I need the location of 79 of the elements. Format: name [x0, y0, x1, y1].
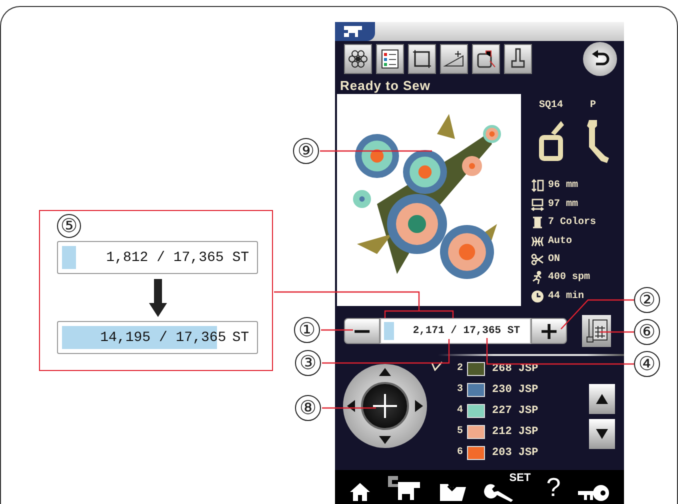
- hoop-icon: [476, 49, 496, 69]
- leader-line: [600, 331, 634, 333]
- callout-number: ⑥: [634, 319, 660, 345]
- thread-code: 230 JSP: [492, 384, 538, 396]
- color-number: 2: [457, 363, 464, 374]
- presser-foot-icon: [510, 48, 526, 70]
- right-arrow-icon[interactable]: [415, 400, 423, 412]
- leader-line: [321, 329, 353, 331]
- trace-button[interactable]: [408, 44, 436, 74]
- leader-line: [322, 407, 376, 409]
- angle-button[interactable]: [440, 44, 468, 74]
- crosshair-icon: [372, 392, 398, 418]
- sewing-machine-icon[interactable]: [386, 474, 422, 502]
- hoop-button[interactable]: [472, 44, 500, 74]
- foot-button[interactable]: [504, 44, 532, 74]
- list-icon: [381, 49, 399, 69]
- info-text: ON: [548, 254, 560, 265]
- hoop-label: SQ14: [538, 100, 564, 110]
- thread-code: 203 JSP: [492, 446, 538, 458]
- settings-label: SET: [509, 472, 531, 484]
- flower-icon: [348, 49, 368, 69]
- thread-code: 212 JSP: [492, 426, 538, 438]
- callout-number: ③: [295, 350, 321, 376]
- info-text: 96 mm: [548, 180, 578, 192]
- help-button[interactable]: ?: [546, 472, 561, 502]
- minus-button[interactable]: −: [344, 318, 380, 344]
- plus-button[interactable]: +: [531, 318, 567, 344]
- callout-number: ⑨: [293, 138, 319, 164]
- up-arrow-icon: [596, 394, 608, 404]
- color-number: 5: [457, 426, 464, 437]
- spool-icon: [531, 216, 544, 230]
- stitch-count: 2,171 / 17,365 ST: [412, 324, 520, 336]
- left-arrow-icon[interactable]: [347, 400, 355, 412]
- key-icon[interactable]: [576, 484, 610, 502]
- foot-label: P: [588, 100, 597, 110]
- tension-icon: [531, 234, 544, 248]
- sewing-machine-icon: [343, 24, 365, 38]
- scissors-icon: [531, 253, 544, 266]
- clock-icon: [531, 290, 544, 303]
- color-number: 4: [457, 405, 464, 416]
- info-text: 7 Colors: [548, 217, 596, 228]
- ramp-icon: [443, 49, 465, 69]
- callout-number: ⑤: [57, 214, 81, 238]
- info-text: 400 spm: [548, 272, 590, 284]
- stitch-count: 1,812 / 17,365 ST: [106, 250, 249, 266]
- stitch-unit: ST: [232, 330, 249, 346]
- up-arrow-icon[interactable]: [379, 368, 391, 376]
- scroll-up-button[interactable]: [589, 384, 615, 414]
- color-number: 3: [457, 384, 464, 395]
- down-arrow-icon[interactable]: [379, 436, 391, 444]
- back-button[interactable]: [583, 42, 617, 76]
- color-number: 6: [457, 447, 464, 458]
- running-figure-icon: [531, 271, 544, 284]
- trace-icon: [412, 49, 432, 69]
- callout-number: ⑧: [295, 395, 321, 421]
- thread-code: 227 JSP: [492, 404, 538, 416]
- calculator-icon: [586, 318, 608, 344]
- status-text: Ready to Sew: [339, 78, 432, 94]
- down-arrow-icon: [149, 279, 167, 317]
- wrench-icon[interactable]: [483, 482, 516, 502]
- pattern-button[interactable]: [344, 44, 372, 74]
- presser-foot-icon: [585, 118, 611, 164]
- down-arrow-icon: [596, 428, 608, 438]
- info-text: Auto: [548, 236, 572, 247]
- bracket-line: [384, 310, 454, 318]
- info-text: 44 min: [548, 290, 584, 302]
- home-icon[interactable]: [348, 482, 371, 502]
- height-icon: [531, 179, 544, 192]
- scroll-down-button[interactable]: [589, 418, 615, 448]
- stitch-count: 14,195 / 17,365: [100, 330, 226, 346]
- hoop-icon: [537, 118, 565, 163]
- color-list-button[interactable]: [376, 44, 404, 74]
- machine-settings-button[interactable]: [582, 314, 611, 346]
- width-icon: [531, 198, 544, 211]
- callout-number: ②: [634, 287, 660, 313]
- callout-number: ①: [294, 317, 320, 343]
- checkmark-icon: [431, 360, 443, 370]
- info-text: 97 mm: [548, 198, 578, 210]
- callout-number: ④: [634, 351, 660, 377]
